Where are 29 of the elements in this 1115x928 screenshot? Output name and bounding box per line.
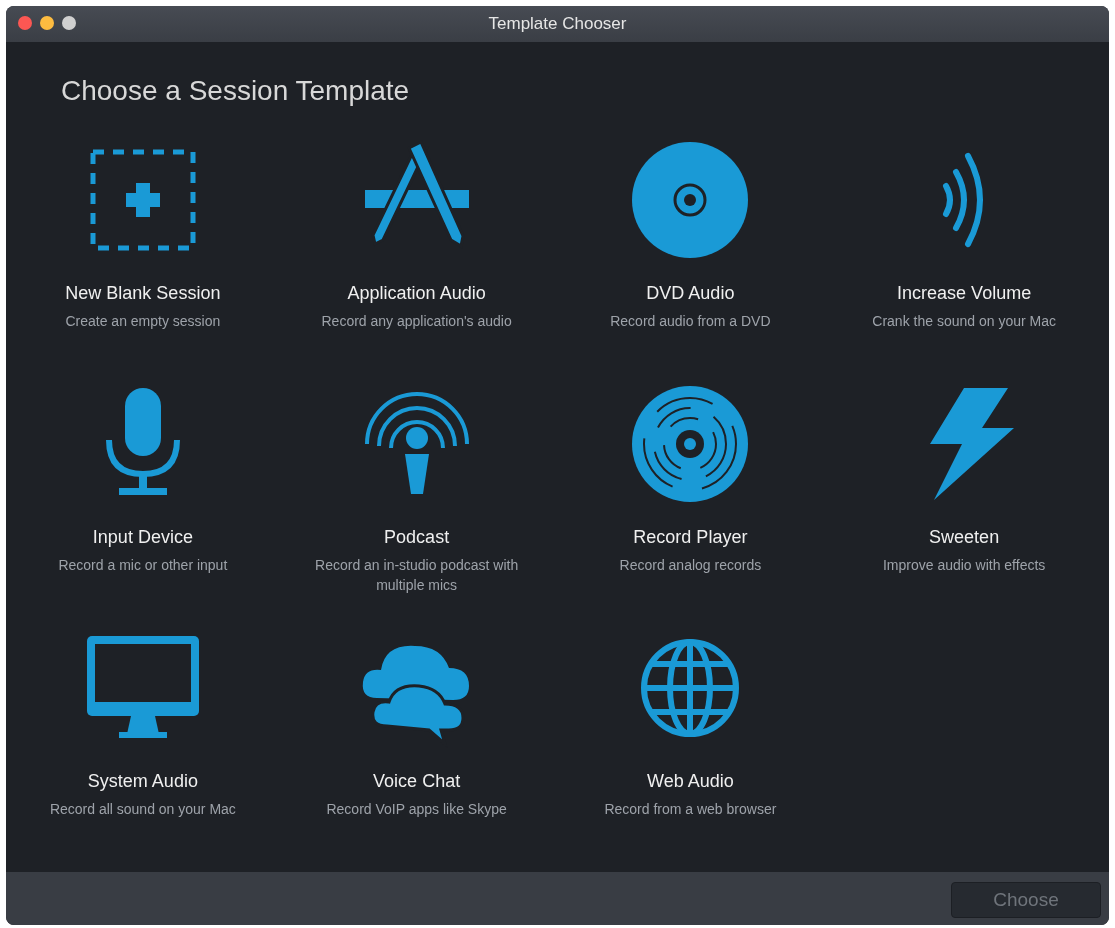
template-title[interactable]: DVD Audio xyxy=(646,280,735,307)
template-title[interactable]: Application Audio xyxy=(347,280,486,307)
template-title[interactable]: Voice Chat xyxy=(373,768,461,795)
template-title[interactable]: Increase Volume xyxy=(897,280,1032,307)
disc-icon xyxy=(630,140,751,260)
template-title[interactable]: Sweeten xyxy=(929,524,1000,551)
template-subtitle: Record VoIP apps like Skype xyxy=(325,800,508,819)
template-title[interactable]: Record Player xyxy=(633,524,748,551)
template-title[interactable]: Web Audio xyxy=(647,768,734,795)
template-subtitle: Record audio from a DVD xyxy=(609,312,772,331)
template-subtitle: Crank the sound on your Mac xyxy=(871,312,1057,331)
template-title[interactable]: System Audio xyxy=(87,768,198,795)
template-title[interactable]: Input Device xyxy=(92,524,193,551)
window-title: Template Chooser xyxy=(488,13,627,36)
template-title[interactable]: Podcast xyxy=(384,524,450,551)
heading: Choose a Session Template xyxy=(61,74,410,108)
zoom-icon[interactable] xyxy=(62,16,76,30)
template-title[interactable]: New Blank Session xyxy=(65,280,221,307)
close-icon[interactable] xyxy=(18,16,32,30)
template-subtitle: Record analog records xyxy=(618,556,763,575)
template-subtitle: Record all sound on your Mac xyxy=(48,800,237,819)
template-subtitle: Create an empty session xyxy=(64,312,222,331)
minimize-icon[interactable] xyxy=(40,16,54,30)
template-subtitle: Record an in-studio podcast with multiple mics xyxy=(314,556,520,595)
template-subtitle: Improve audio with effects xyxy=(881,556,1047,575)
template-subtitle: Record a mic or other input xyxy=(57,556,229,575)
template-subtitle: Record any application's audio xyxy=(320,312,513,331)
vinyl-record-icon xyxy=(630,384,751,504)
template-subtitle: Record from a web browser xyxy=(603,800,778,819)
